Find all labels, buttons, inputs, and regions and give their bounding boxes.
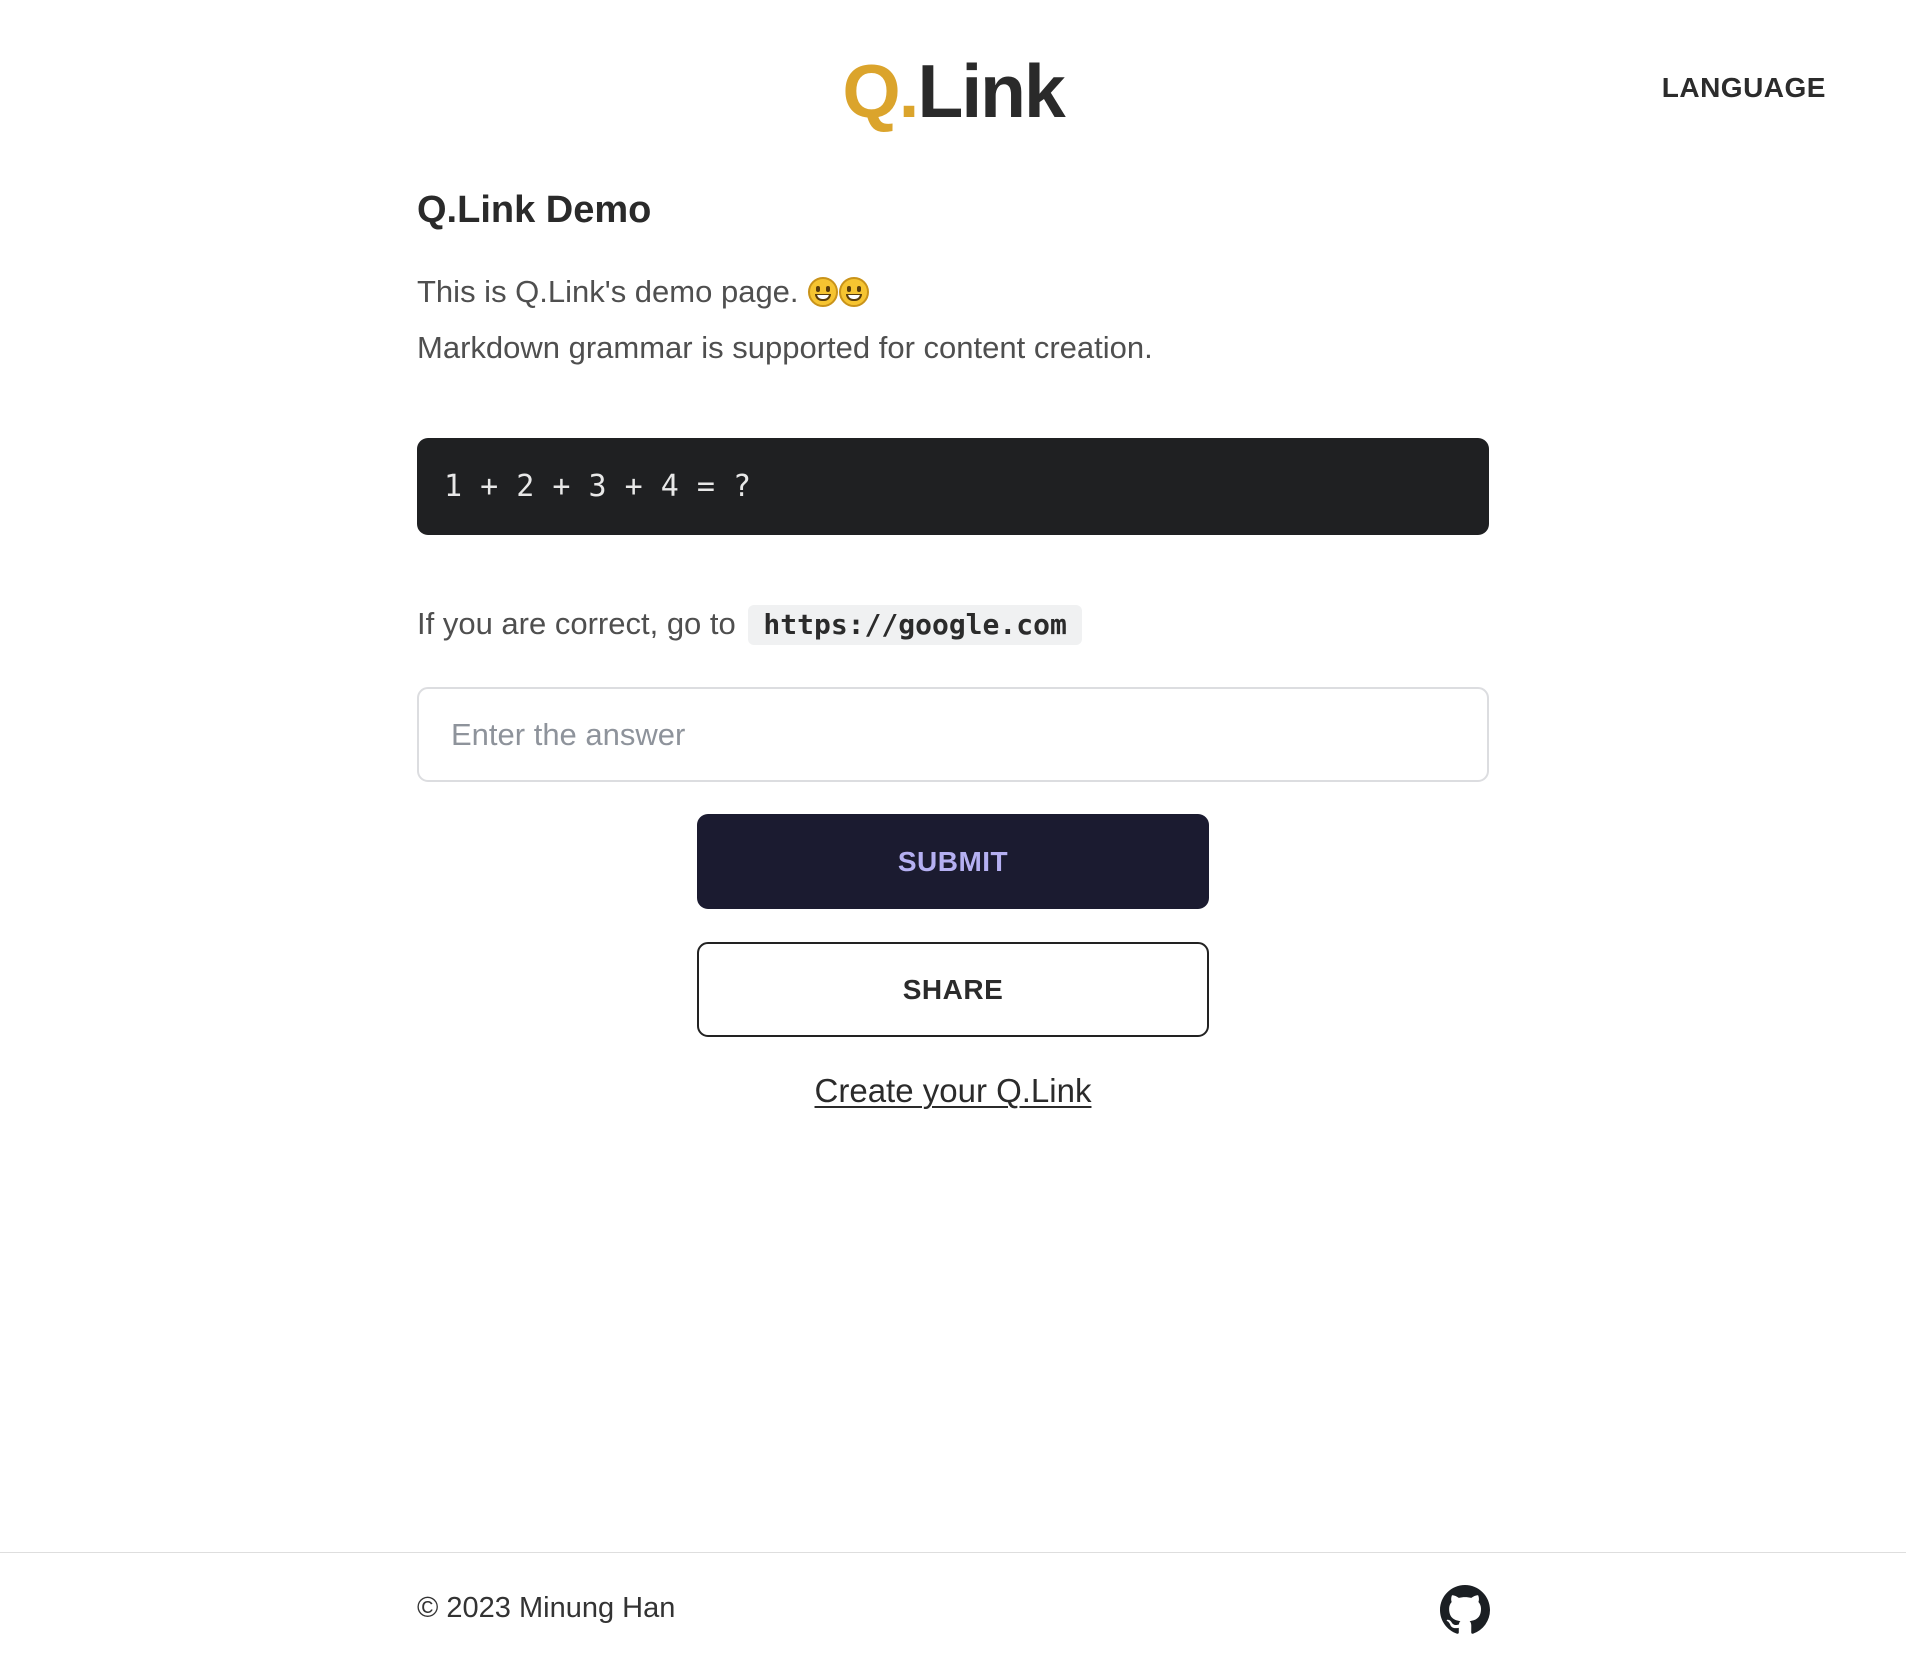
header: Q.Link LANGUAGE — [0, 0, 1906, 180]
code-text: 1 + 2 + 3 + 4 = ? — [444, 469, 752, 504]
grinning-face-emoji-icon — [808, 277, 839, 307]
hint-line: If you are correct, go to https://google… — [417, 604, 1082, 645]
share-button[interactable]: SHARE — [697, 942, 1209, 1037]
hint-url-code: https://google.com — [748, 605, 1082, 645]
submit-button[interactable]: SUBMIT — [697, 814, 1209, 909]
page: Q.Link LANGUAGE Q.Link Demo This is Q.Li… — [0, 0, 1906, 1666]
logo-q: Q. — [842, 49, 919, 133]
github-icon[interactable] — [1440, 1585, 1490, 1635]
language-button[interactable]: LANGUAGE — [1656, 68, 1832, 108]
page-title: Q.Link Demo — [417, 189, 652, 231]
logo[interactable]: Q.Link — [0, 46, 1906, 136]
answer-input[interactable] — [417, 687, 1489, 782]
logo-link-text: Link — [917, 49, 1066, 133]
description-line-2: Markdown grammar is supported for conten… — [417, 330, 1153, 365]
grinning-face-emoji-icon — [839, 277, 870, 307]
create-qlink-link[interactable]: Create your Q.Link — [417, 1072, 1489, 1110]
copyright-text: © 2023 Minung Han — [417, 1592, 676, 1624]
hint-text: If you are correct, go to — [417, 606, 736, 641]
code-block: 1 + 2 + 3 + 4 = ? — [417, 438, 1489, 535]
description-line-1: This is Q.Link's demo page. — [417, 272, 870, 312]
footer-divider — [0, 1552, 1906, 1553]
description-text-1: This is Q.Link's demo page. — [417, 274, 799, 309]
